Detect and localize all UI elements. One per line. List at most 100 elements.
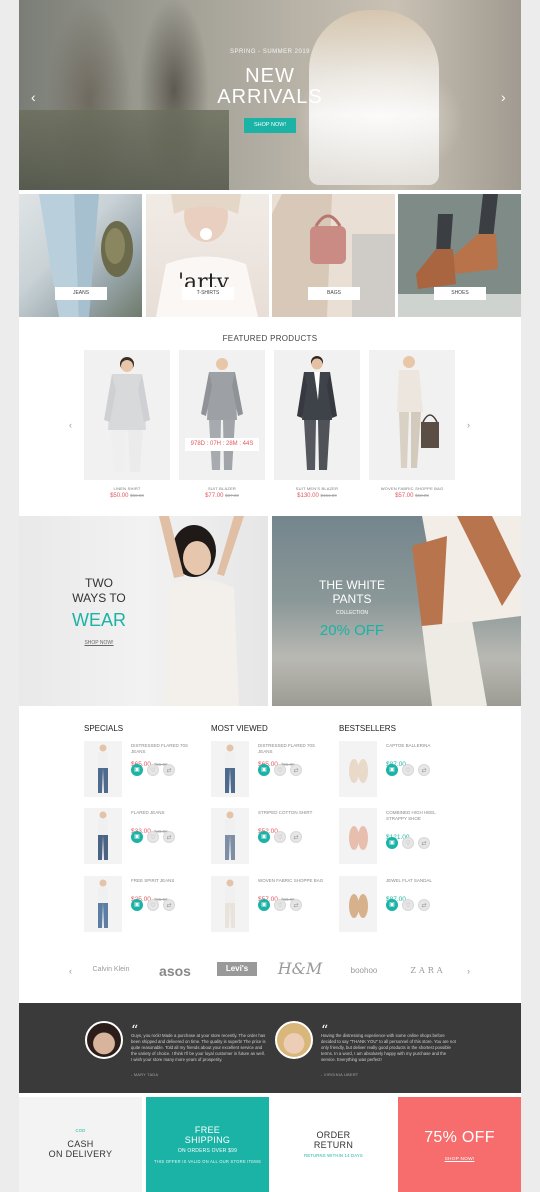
list-item-name[interactable]: CAPTOE BALLERINA	[386, 743, 456, 749]
list-item-name[interactable]: STRIPED COTTON SHIRT	[258, 810, 328, 816]
compare-icon[interactable]: ⇄	[290, 899, 302, 911]
list-item-name[interactable]: FLARED JEANS	[131, 810, 201, 816]
category-tile-bags[interactable]: BAGS	[272, 194, 395, 317]
list-item-name[interactable]: FREE SPIRIT JEANS	[131, 878, 201, 884]
product-card-image[interactable]	[84, 350, 170, 480]
chevron-left-icon[interactable]: ‹	[31, 90, 36, 104]
list-item-thumbnail[interactable]	[84, 808, 122, 864]
hero-background-shrub	[19, 110, 229, 190]
cart-icon[interactable]: ▣	[258, 899, 270, 911]
heart-icon[interactable]: ♡	[274, 764, 286, 776]
promo-banner-white-pants[interactable]: THE WHITE PANTS COLLECTION 20% OFF	[272, 516, 521, 706]
testimonials-section: “ Guys, you rock! Made a purchase at you…	[19, 1003, 521, 1093]
list-item-thumbnail[interactable]	[211, 876, 249, 932]
feature-sub: THIS OFFER IS VALID ON ALL OUR STORE ITE…	[154, 1159, 261, 1164]
heart-icon[interactable]: ♡	[274, 831, 286, 843]
product-old-price: $87.00	[225, 493, 239, 498]
chevron-right-icon[interactable]: ›	[467, 966, 470, 976]
list-item-name[interactable]: WOVEN FABRIC SHOPPE BAG	[258, 878, 328, 884]
most-viewed-title: MOST VIEWED	[211, 724, 268, 733]
category-tile-tshirts[interactable]: 'arty T-SHIRTS	[146, 194, 269, 317]
product-price-row: $77.00 $87.00	[179, 493, 265, 499]
chevron-right-icon[interactable]: ›	[467, 420, 470, 430]
list-item-thumbnail[interactable]	[84, 876, 122, 932]
sale-shop-now-link[interactable]: SHOP NOW!	[398, 1157, 521, 1162]
cart-icon[interactable]: ▣	[258, 831, 270, 843]
compare-icon[interactable]: ⇄	[163, 899, 175, 911]
shop-now-button[interactable]: SHOP NOW!	[244, 118, 296, 133]
compare-icon[interactable]: ⇄	[163, 764, 175, 776]
brand-logo-levis[interactable]: Levi's	[217, 962, 257, 976]
hero-title-line2: ARRIVALS	[217, 86, 323, 108]
list-item-name[interactable]: COMBINED HIGH HEEL STRAPPY SHOE	[386, 810, 456, 822]
suit-mens-blazer-model	[297, 356, 337, 470]
heart-icon[interactable]: ♡	[402, 899, 414, 911]
cart-icon[interactable]: ▣	[258, 764, 270, 776]
category-label-tshirts: T-SHIRTS	[182, 287, 234, 300]
cart-icon[interactable]: ▣	[131, 831, 143, 843]
compare-icon[interactable]: ⇄	[290, 764, 302, 776]
product-card-image[interactable]	[369, 350, 455, 480]
list-item-thumbnail[interactable]	[339, 808, 377, 864]
brand-logo-calvin-klein[interactable]: Calvin Klein	[89, 966, 133, 973]
compare-icon[interactable]: ⇄	[418, 837, 430, 849]
cart-icon[interactable]: ▣	[386, 837, 398, 849]
hero-kicker: SPRING - SUMMER 2019	[229, 49, 311, 55]
product-card-image[interactable]: 978D : 07H : 28M : 44S	[179, 350, 265, 480]
page: SPRING - SUMMER 2019 NEW ARRIVALS SHOP N…	[19, 0, 521, 1192]
chevron-left-icon[interactable]: ‹	[69, 966, 72, 976]
product-price-row: $50.00 $69.00	[84, 493, 170, 499]
product-price: $77.00	[205, 493, 224, 499]
model-image	[225, 811, 235, 860]
brand-logo-hm[interactable]: H&M	[275, 959, 325, 978]
category-tile-jeans[interactable]: JEANS	[19, 194, 142, 317]
testimonial-author: - MARY TADA	[131, 1073, 159, 1077]
list-item-thumbnail[interactable]	[211, 808, 249, 864]
heart-icon[interactable]: ♡	[147, 831, 159, 843]
chevron-right-icon[interactable]: ›	[501, 90, 506, 104]
category-tile-shoes[interactable]: SHOES	[398, 194, 521, 317]
product-name[interactable]: SUIT BLAZER	[179, 486, 265, 491]
heart-icon[interactable]: ♡	[274, 899, 286, 911]
brand-logo-boohoo[interactable]: boohoo	[339, 966, 389, 975]
cart-icon[interactable]: ▣	[386, 899, 398, 911]
promo-banner-two-ways[interactable]: TWO WAYS TO WEAR SHOP NOW!	[19, 516, 268, 706]
chevron-left-icon[interactable]: ‹	[69, 420, 72, 430]
heart-icon[interactable]: ♡	[402, 837, 414, 849]
brand-logo-asos[interactable]: asos	[153, 963, 197, 979]
feature-line1: ORDER	[316, 1130, 351, 1140]
list-item-thumbnail[interactable]	[211, 741, 249, 797]
hero-slider: SPRING - SUMMER 2019 NEW ARRIVALS SHOP N…	[19, 0, 521, 190]
cart-icon[interactable]: ▣	[131, 899, 143, 911]
product-name[interactable]: WOVEN FABRIC SHOPPE BAG	[369, 486, 455, 491]
compare-icon[interactable]: ⇄	[418, 764, 430, 776]
list-item-thumbnail[interactable]	[339, 741, 377, 797]
product-card-image[interactable]	[274, 350, 360, 480]
list-item-name[interactable]: JEWEL FLAT SANDAL	[386, 878, 456, 884]
testimonial-author: - VIRGINIA UBERT	[321, 1073, 359, 1077]
product-price: $50.00	[110, 493, 129, 499]
compare-icon[interactable]: ⇄	[418, 899, 430, 911]
heart-icon[interactable]: ♡	[402, 764, 414, 776]
heart-icon[interactable]: ♡	[147, 899, 159, 911]
avatar	[85, 1021, 123, 1059]
list-item-thumbnail[interactable]	[339, 876, 377, 932]
banner-shop-now-link[interactable]: SHOP NOW!	[49, 640, 149, 646]
sale-discount: 75% OFF	[424, 1129, 495, 1146]
category-label-bags: BAGS	[308, 287, 360, 300]
banner-line3: WEAR	[72, 610, 126, 630]
product-price: $130.00	[297, 493, 319, 499]
product-old-price: $151.00	[320, 493, 337, 498]
category-label-shoes: SHOES	[434, 287, 486, 300]
compare-icon[interactable]: ⇄	[290, 831, 302, 843]
feature-box-sale[interactable]: 75% OFF SHOP NOW!	[398, 1097, 521, 1192]
compare-icon[interactable]: ⇄	[163, 831, 175, 843]
product-name[interactable]: SUIT MEN'S BLAZER	[274, 486, 360, 491]
cart-icon[interactable]: ▣	[386, 764, 398, 776]
list-item-thumbnail[interactable]	[84, 741, 122, 797]
brand-logo-zara[interactable]: ZARA	[403, 966, 453, 975]
heart-icon[interactable]: ♡	[147, 764, 159, 776]
cart-icon[interactable]: ▣	[131, 764, 143, 776]
product-name[interactable]: LINEN SHIRT	[84, 486, 170, 491]
banner-discount: 20% OFF	[319, 622, 385, 639]
